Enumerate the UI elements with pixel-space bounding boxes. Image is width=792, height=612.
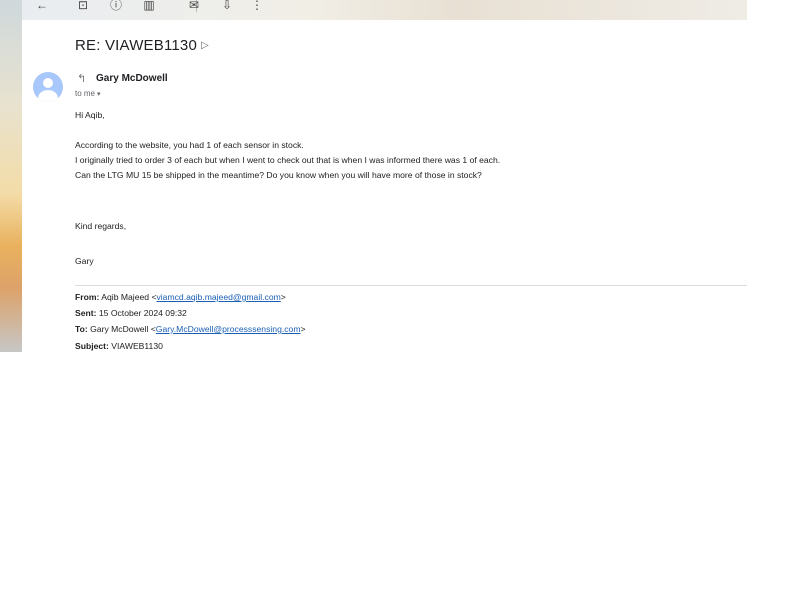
to-label: To: [75, 324, 88, 334]
subject-label: Subject: [75, 341, 109, 351]
avatar-head [43, 78, 53, 88]
quoted-sent: Sent: 15 October 2024 09:32 [75, 308, 187, 318]
to-name: Gary McDowell < [90, 324, 156, 334]
more-options-icon[interactable]: ⋮ [250, 0, 264, 13]
move-to-icon[interactable]: ⇩ [220, 0, 234, 13]
body-line: Can the LTG MU 15 be shipped in the mean… [75, 170, 482, 180]
message-toolbar: ← ⊡ ⓘ ▥ ✉ ⇩ ⋮ [22, 0, 747, 20]
chevron-down-icon[interactable]: ▾ [97, 91, 101, 98]
email-subject: RE: VIAWEB1130 [75, 37, 198, 54]
sent-label: Sent: [75, 308, 97, 318]
sent-value: 15 October 2024 09:32 [98, 308, 187, 318]
sender-name[interactable]: Gary McDowell [96, 73, 168, 84]
sign-off: Kind regards, [75, 221, 127, 231]
quoted-divider [75, 285, 747, 286]
quoted-subject: Subject: VIAWEB1130 [75, 341, 163, 351]
from-end: > [280, 292, 286, 302]
background-wallpaper [0, 0, 22, 352]
sender-avatar[interactable] [33, 72, 63, 102]
quoted-to: To: Gary McDowell <Gary.McDowell@process… [75, 324, 306, 334]
back-arrow-icon[interactable]: ← [35, 0, 49, 13]
body-line: I originally tried to order 3 of each bu… [75, 155, 501, 165]
delete-icon[interactable]: ▥ [142, 0, 156, 13]
quoted-from: From: Aqib Majeed <viamcd.aqib.majeed@gm… [75, 292, 286, 302]
recipient-details[interactable]: to me ▾ [75, 89, 101, 98]
to-end: > [300, 324, 306, 334]
archive-icon[interactable]: ⊡ [76, 0, 90, 13]
body-line: According to the website, you had 1 of e… [75, 140, 304, 150]
to-email-link[interactable]: Gary.McDowell@processsensing.com [156, 324, 301, 334]
to-me-label: to me [75, 89, 96, 98]
signature-name: Gary [75, 256, 94, 266]
subject-value: VIAWEB1130 [111, 341, 163, 351]
avatar-body [38, 90, 58, 102]
from-email-link[interactable]: viamcd.aqib.majeed@gmail.com [156, 292, 280, 302]
reply-icon: ↰ [77, 73, 87, 85]
message-panel [22, 20, 747, 352]
from-label: From: [75, 292, 100, 302]
report-spam-icon[interactable]: ⓘ [109, 0, 123, 13]
label-tag-icon[interactable]: ▷ [201, 40, 209, 51]
from-name: Aqib Majeed < [101, 292, 157, 302]
greeting: Hi Aqib, [75, 110, 105, 120]
mark-unread-icon[interactable]: ✉ [187, 0, 201, 13]
